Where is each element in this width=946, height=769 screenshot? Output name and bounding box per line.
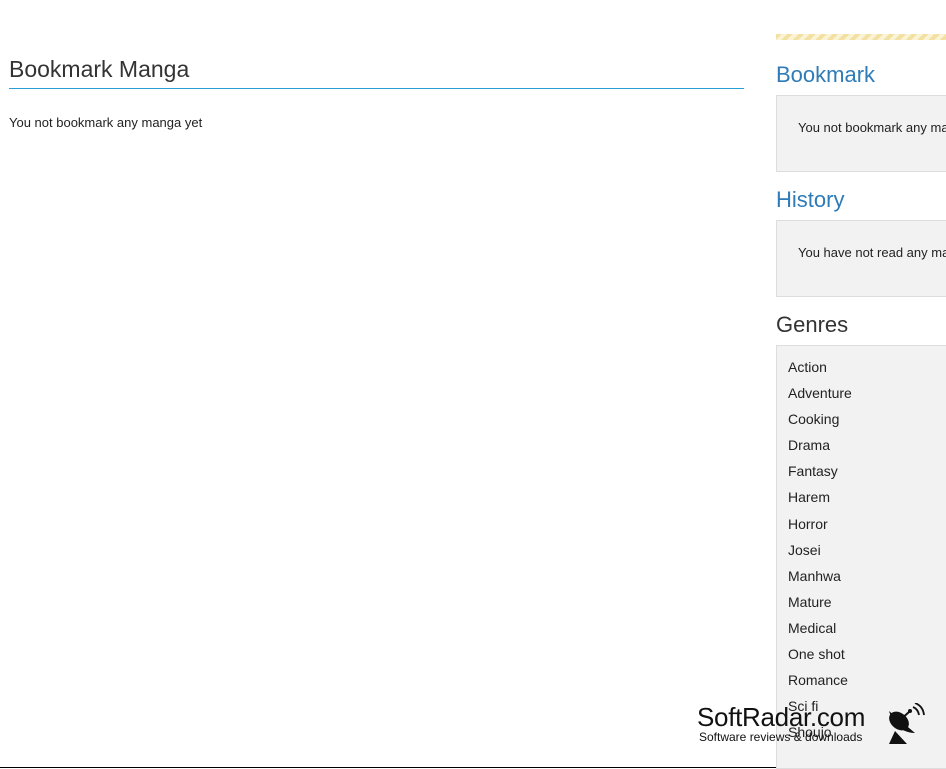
genre-item-harem[interactable]: Harem bbox=[788, 484, 946, 510]
softradar-watermark: SoftRadar.com Software reviews & downloa… bbox=[697, 703, 937, 747]
genre-item-mature[interactable]: Mature bbox=[788, 589, 946, 615]
sidebar-history-heading[interactable]: History bbox=[776, 187, 844, 213]
sidebar-bookmark-box: You not bookmark any ma bbox=[776, 95, 946, 172]
genres-list: Action Adventure Cooking Drama Fantasy H… bbox=[777, 346, 946, 745]
genre-item-fantasy[interactable]: Fantasy bbox=[788, 458, 946, 484]
watermark-title: SoftRadar.com bbox=[697, 702, 866, 732]
sidebar-genres-heading: Genres bbox=[776, 312, 849, 337]
genre-item-drama[interactable]: Drama bbox=[788, 432, 946, 458]
genre-item-action[interactable]: Action bbox=[788, 354, 946, 380]
sidebar-decorative-stripe bbox=[776, 34, 946, 40]
watermark-subtitle: Software reviews & downloads bbox=[699, 730, 863, 744]
sidebar-history-box: You have not read any ma bbox=[776, 220, 946, 297]
genre-item-cooking[interactable]: Cooking bbox=[788, 406, 946, 432]
genre-item-one-shot[interactable]: One shot bbox=[788, 641, 946, 667]
genre-item-romance[interactable]: Romance bbox=[788, 667, 946, 693]
bookmark-empty-message: You not bookmark any manga yet bbox=[9, 115, 203, 130]
page-title: Bookmark Manga bbox=[9, 55, 744, 89]
genre-item-adventure[interactable]: Adventure bbox=[788, 380, 946, 406]
genre-item-manhwa[interactable]: Manhwa bbox=[788, 563, 946, 589]
sidebar-bookmark-message: You not bookmark any ma bbox=[798, 120, 946, 135]
genre-item-josei[interactable]: Josei bbox=[788, 537, 946, 563]
genre-item-horror[interactable]: Horror bbox=[788, 511, 946, 537]
sidebar-history-message: You have not read any ma bbox=[798, 245, 946, 260]
sidebar-bookmark-heading[interactable]: Bookmark bbox=[776, 62, 875, 88]
genre-item-medical[interactable]: Medical bbox=[788, 615, 946, 641]
main-content: Bookmark Manga You not bookmark any mang… bbox=[9, 55, 744, 130]
satellite-dish-icon bbox=[889, 703, 925, 744]
